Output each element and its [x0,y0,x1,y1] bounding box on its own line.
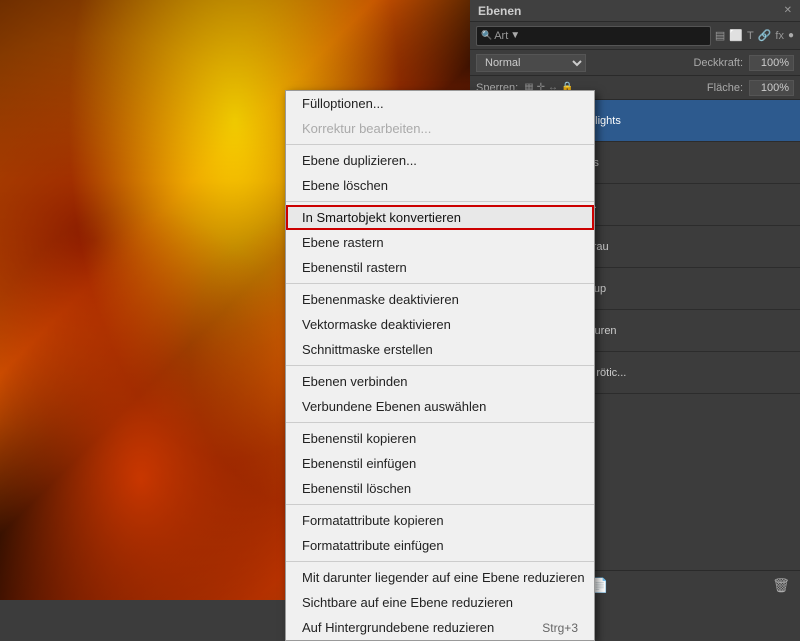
menu-item-smartobjekt[interactable]: In Smartobjekt konvertieren [286,205,594,230]
filter-icon-2[interactable]: ⬜ [729,29,743,42]
search-input[interactable]: Art [494,30,508,42]
menu-item-schnittmaske[interactable]: Schnittmaske erstellen [286,337,594,362]
menu-item-reduzieren-darunter[interactable]: Mit darunter liegender auf eine Ebene re… [286,565,594,590]
menu-item-korrektur: Korrektur bearbeiten... [286,116,594,141]
menu-item-rastern[interactable]: Ebene rastern [286,230,594,255]
search-wrapper[interactable]: 🔍 Art ▼ [476,26,711,46]
filter-icon-1[interactable]: ▤ [715,29,725,42]
filter-icons: ▤ ⬜ T 🔗 fx ● [715,29,794,42]
filter-icon-link[interactable]: 🔗 [758,29,772,42]
panel-close-button[interactable]: ✕ [784,5,792,16]
panel-header: Ebenen ✕ [470,0,800,22]
menu-separator [286,422,594,423]
filter-toggle[interactable]: ● [788,30,794,41]
filter-icon-text[interactable]: T [747,30,754,42]
menu-item-shortcut: Strg+3 [542,621,578,635]
menu-item-duplizieren[interactable]: Ebene duplizieren... [286,148,594,173]
blend-mode-select[interactable]: Normal [476,54,586,72]
menu-item-reduzieren-sichtbar[interactable]: Sichtbare auf eine Ebene reduzieren [286,590,594,615]
menu-item-verbinden[interactable]: Ebenen verbinden [286,369,594,394]
menu-item-vektormaske[interactable]: Vektormaske deaktivieren [286,312,594,337]
menu-separator [286,561,594,562]
filter-icon-fx[interactable]: fx [775,30,784,42]
menu-item-stil-rastern[interactable]: Ebenenstil rastern [286,255,594,280]
fill-value[interactable]: 100% [749,80,794,96]
menu-item-format-einfuegen[interactable]: Formatattribute einfügen [286,533,594,558]
menu-item-format-kopieren[interactable]: Formatattribute kopieren [286,508,594,533]
menu-item-maske-deaktivieren[interactable]: Ebenenmaske deaktivieren [286,287,594,312]
opacity-value[interactable]: 100% [749,55,794,71]
menu-separator [286,504,594,505]
opacity-label: Deckkraft: [693,57,743,69]
menu-item-reduzieren-hintergrund[interactable]: Auf Hintergrundebene reduzieren Strg+3 [286,615,594,640]
search-dropdown-icon[interactable]: ▼ [510,30,520,41]
menu-separator [286,144,594,145]
context-menu: Fülloptionen... Korrektur bearbeiten... … [285,90,595,641]
menu-separator [286,201,594,202]
fill-label: Fläche: [707,82,743,94]
menu-item-stil-loeschen[interactable]: Ebenenstil löschen [286,476,594,501]
search-icon: 🔍 [481,30,492,41]
delete-layer-button[interactable]: 🗑 [768,575,794,596]
search-bar: 🔍 Art ▼ ▤ ⬜ T 🔗 fx ● [470,22,800,50]
menu-separator [286,365,594,366]
menu-item-fulloptionen[interactable]: Fülloptionen... [286,91,594,116]
menu-item-verbundene[interactable]: Verbundene Ebenen auswählen [286,394,594,419]
menu-item-stil-kopieren[interactable]: Ebenenstil kopieren [286,426,594,451]
menu-item-stil-einfuegen[interactable]: Ebenenstil einfügen [286,451,594,476]
panel-title: Ebenen [478,4,521,18]
menu-separator [286,283,594,284]
menu-item-loeschen[interactable]: Ebene löschen [286,173,594,198]
blend-row: Normal Deckkraft: 100% [470,50,800,76]
